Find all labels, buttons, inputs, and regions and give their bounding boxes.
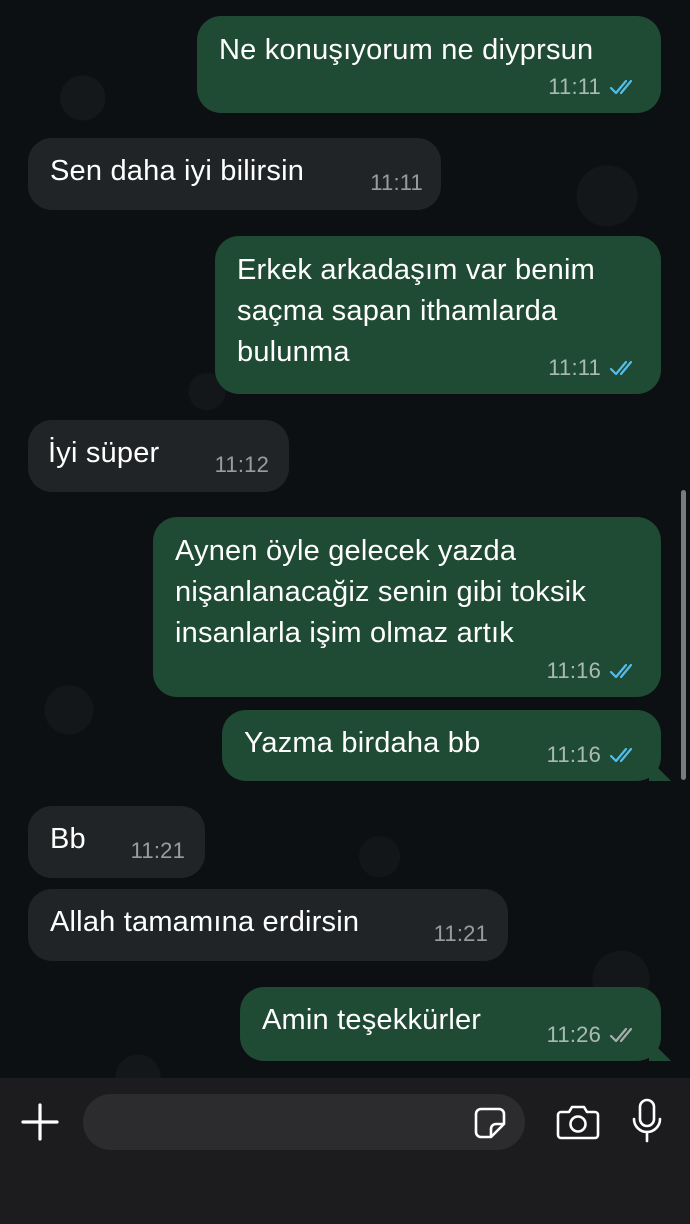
scrollbar[interactable] <box>681 490 686 780</box>
message-text: Erkek arkadaşım var benim saçma sapan it… <box>237 254 595 368</box>
whatsapp-chat-screen: Ne konuşıyorum ne diyprsun 11:11 Sen dah… <box>0 0 690 1224</box>
microphone-icon[interactable] <box>630 1098 664 1144</box>
message-time: 11:12 <box>214 452 269 477</box>
message-bubble-outgoing[interactable]: Yazma birdaha bb 11:16 <box>222 710 671 781</box>
message-bubble-incoming[interactable]: Bb 11:21 <box>28 806 205 878</box>
plus-icon[interactable] <box>20 1102 60 1142</box>
message-meta: 11:26 <box>547 1014 639 1055</box>
message-text: Sen daha iyi bilirsin <box>50 155 305 187</box>
message-list[interactable]: Ne konuşıyorum ne diyprsun 11:11 Sen dah… <box>0 0 690 1078</box>
delivered-ticks-icon <box>609 1027 633 1042</box>
message-meta: 11:11 <box>548 347 639 388</box>
message-text: Yazma birdaha bb <box>244 727 481 759</box>
camera-icon[interactable] <box>556 1102 600 1142</box>
message-text: Ne konuşıyorum ne diyprsun <box>219 34 594 66</box>
message-input[interactable] <box>103 1094 467 1152</box>
read-ticks-icon <box>609 663 633 678</box>
message-bubble-incoming[interactable]: İyi süper 11:12 <box>28 420 289 492</box>
message-meta: 11:12 <box>215 444 269 485</box>
message-text: Bb <box>50 823 86 855</box>
message-bubble-outgoing[interactable]: Amin teşekkürler 11:26 <box>240 987 671 1061</box>
message-meta: 11:11 <box>370 162 423 203</box>
composer-bar <box>0 1078 690 1224</box>
read-ticks-icon <box>609 747 633 762</box>
message-time: 11:11 <box>370 170 423 195</box>
message-meta: 11:16 <box>547 650 639 691</box>
read-ticks-icon <box>609 360 633 375</box>
message-text: Allah tamamına erdirsin <box>50 906 360 938</box>
message-meta: 11:21 <box>131 830 185 871</box>
message-meta: 11:16 <box>547 734 639 775</box>
message-time: 11:26 <box>546 1022 601 1047</box>
message-time: 11:11 <box>548 355 601 380</box>
message-time: 11:16 <box>546 742 601 767</box>
read-ticks-icon <box>609 79 633 94</box>
message-bubble-outgoing[interactable]: Erkek arkadaşım var benim saçma sapan it… <box>215 236 661 394</box>
message-bubble-outgoing[interactable]: Ne konuşıyorum ne diyprsun 11:11 <box>197 16 661 113</box>
message-bubble-outgoing[interactable]: Aynen öyle gelecek yazda nişanlanacağiz … <box>153 517 661 697</box>
sticker-icon[interactable] <box>473 1106 507 1140</box>
message-time: 11:16 <box>546 658 601 683</box>
message-text: Aynen öyle gelecek yazda nişanlanacağiz … <box>175 535 587 649</box>
bubble-tail <box>649 1039 671 1061</box>
message-time: 11:11 <box>548 74 601 99</box>
message-text: İyi süper <box>48 437 160 469</box>
message-bubble-incoming[interactable]: Allah tamamına erdirsin 11:21 <box>28 889 508 961</box>
message-meta: 11:11 <box>548 66 639 107</box>
message-meta: 11:21 <box>434 913 488 954</box>
message-time: 11:21 <box>433 921 488 946</box>
message-input-container[interactable] <box>83 1094 525 1152</box>
message-bubble-incoming[interactable]: Sen daha iyi bilirsin 11:11 <box>28 138 441 210</box>
message-text: Amin teşekkürler <box>262 1004 482 1036</box>
bubble-tail <box>649 759 671 781</box>
message-time: 11:21 <box>130 838 185 863</box>
